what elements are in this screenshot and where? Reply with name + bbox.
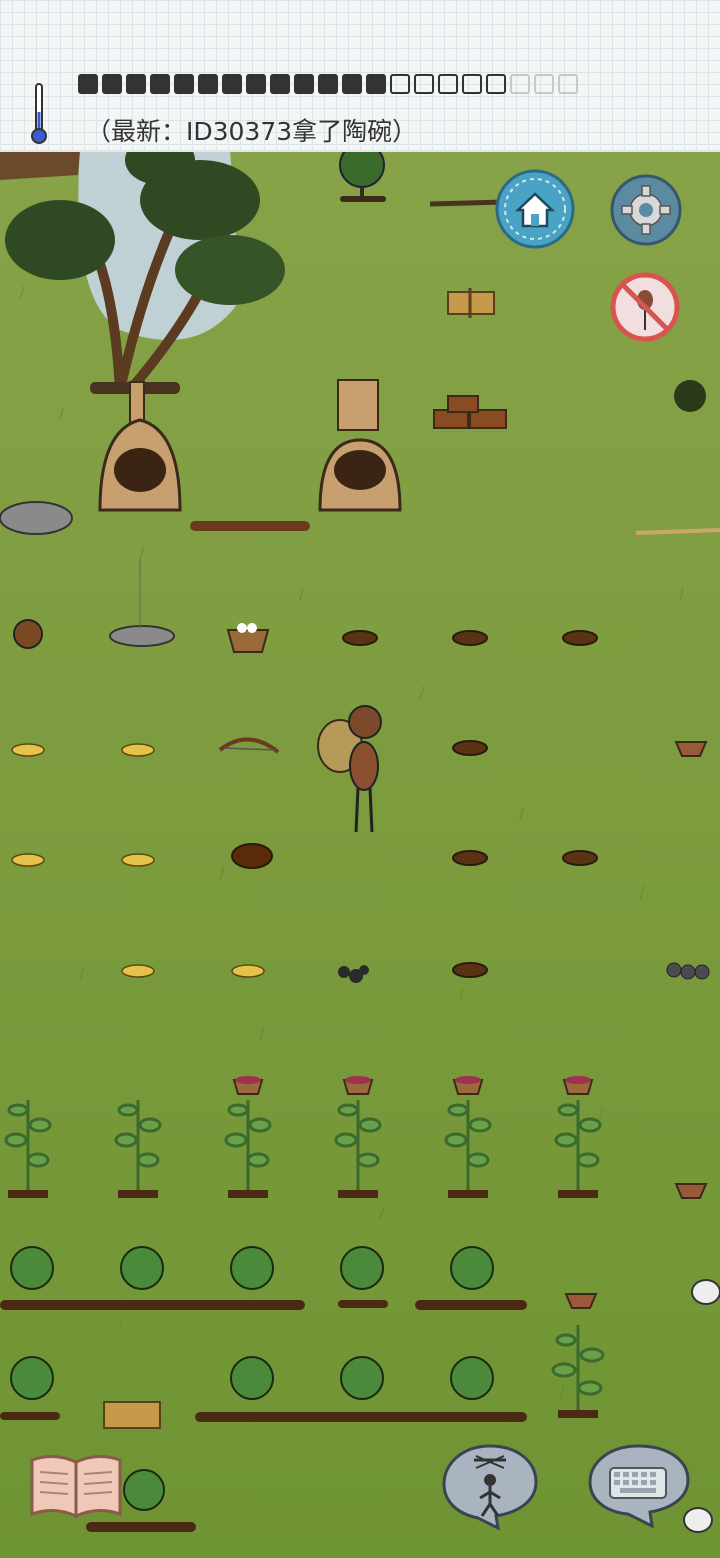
book-icon [30,1455,122,1519]
hunger-pip [246,74,266,94]
hunger-pip [198,74,218,94]
keyboard-icon [588,1444,690,1529]
home-button[interactable] [494,168,576,250]
hunger-pip [462,74,482,94]
hunger-pip [486,74,506,94]
no-kill-button[interactable] [610,272,680,342]
hunger-pip [366,74,386,94]
hunger-pip [150,74,170,94]
hunger-pip [222,74,242,94]
hunger-pip [438,74,458,94]
latest-message: （最新：ID30373拿了陶碗） [86,117,418,146]
hunger-pip [270,74,290,94]
status-bar: （最新：ID30373拿了陶碗） [0,0,720,152]
hunger-pip [318,74,338,94]
hunger-pip [510,74,530,94]
home-icon [495,169,575,249]
thermometer-icon [31,83,47,144]
hunger-pip [342,74,362,94]
hunger-pip [102,74,122,94]
chat-keyboard-button[interactable] [584,1440,694,1530]
hunger-pip [534,74,554,94]
settings-button[interactable] [610,174,682,246]
gear-icon [610,174,682,246]
recipe-book-button[interactable] [28,1452,124,1522]
hunger-pip [390,74,410,94]
hunger-meter [78,74,578,104]
hunger-pip [78,74,98,94]
hunger-pip [414,74,434,94]
puppet-button[interactable] [438,1440,542,1532]
hunger-pip [126,74,146,94]
puppet-icon [442,1444,538,1531]
hunger-pip [558,74,578,94]
hunger-pip [174,74,194,94]
hunger-pip [294,74,314,94]
no-kill-icon [610,272,680,342]
